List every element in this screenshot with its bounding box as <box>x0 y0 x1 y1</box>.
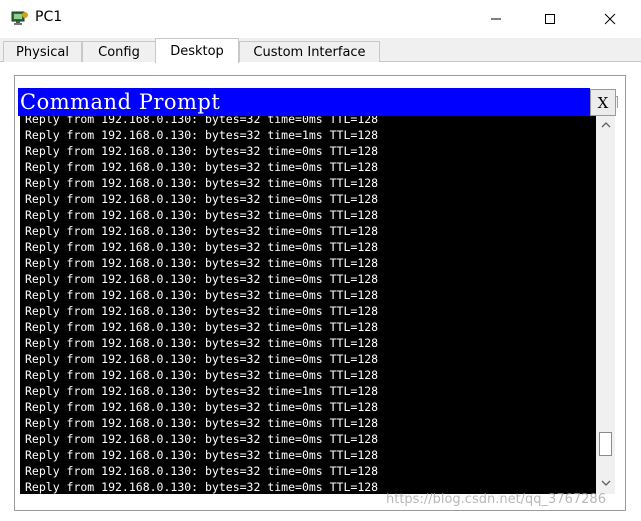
terminal-line: Reply from 192.168.0.130: bytes=32 time=… <box>25 144 379 158</box>
terminal-line: Reply from 192.168.0.130: bytes=32 time=… <box>25 480 379 494</box>
tab-config[interactable]: Config <box>82 41 156 62</box>
terminal-line: Reply from 192.168.0.130: bytes=32 time=… <box>25 336 379 350</box>
terminal-line: Reply from 192.168.0.130: bytes=32 time=… <box>25 160 379 174</box>
minimize-button[interactable] <box>467 0 525 38</box>
maximize-icon <box>545 14 555 24</box>
terminal-line: Reply from 192.168.0.130: bytes=32 time=… <box>25 208 379 222</box>
scroll-up-button[interactable] <box>596 116 615 133</box>
minimize-icon <box>491 18 501 20</box>
maximize-button[interactable] <box>521 0 579 38</box>
watermark: https://blog.csdn.net/qq_3767286 <box>386 492 606 507</box>
terminal-scrollbar[interactable] <box>596 116 615 494</box>
terminal-line: Reply from 192.168.0.130: bytes=32 time=… <box>25 448 379 462</box>
terminal-line: Reply from 192.168.0.130: bytes=32 time=… <box>25 432 379 446</box>
close-icon <box>604 13 616 25</box>
tab-bar: Physical Config Desktop Custom Interface <box>0 38 641 63</box>
terminal-line: Reply from 192.168.0.130: bytes=32 time=… <box>25 176 379 190</box>
close-button[interactable] <box>581 0 639 38</box>
terminal-line: Reply from 192.168.0.130: bytes=32 time=… <box>25 272 379 286</box>
terminal-line: Reply from 192.168.0.130: bytes=32 time=… <box>25 400 379 414</box>
scroll-down-button[interactable] <box>596 474 615 491</box>
terminal-line: Reply from 192.168.0.130: bytes=32 time=… <box>25 384 379 398</box>
terminal-line: Reply from 192.168.0.130: bytes=32 time=… <box>25 368 379 382</box>
terminal-line: Reply from 192.168.0.130: bytes=32 time=… <box>25 304 379 318</box>
terminal-line: Reply from 192.168.0.130: bytes=32 time=… <box>25 240 379 254</box>
terminal-output[interactable]: Reply from 192.168.0.130: bytes=32 time=… <box>20 116 596 494</box>
terminal-line: Reply from 192.168.0.130: bytes=32 time=… <box>25 256 379 270</box>
tab-desktop[interactable]: Desktop <box>155 38 239 63</box>
chevron-down-icon <box>601 480 610 486</box>
terminal-line: Reply from 192.168.0.130: bytes=32 time=… <box>25 116 379 126</box>
window-title: PC1 <box>35 9 63 25</box>
pc-app-icon <box>11 10 29 26</box>
terminal-line: Reply from 192.168.0.130: bytes=32 time=… <box>25 320 379 334</box>
tab-custom-interface[interactable]: Custom Interface <box>239 41 380 62</box>
command-prompt-close-button[interactable]: X <box>590 89 616 116</box>
terminal-line: Reply from 192.168.0.130: bytes=32 time=… <box>25 464 379 478</box>
terminal-line: Reply from 192.168.0.130: bytes=32 time=… <box>25 128 379 142</box>
command-prompt-header[interactable]: Command Prompt <box>18 88 590 116</box>
scroll-thumb[interactable] <box>599 432 612 456</box>
terminal-line: Reply from 192.168.0.130: bytes=32 time=… <box>25 352 379 366</box>
terminal-line: Reply from 192.168.0.130: bytes=32 time=… <box>25 192 379 206</box>
chevron-up-icon <box>601 121 610 127</box>
terminal-line: Reply from 192.168.0.130: bytes=32 time=… <box>25 224 379 238</box>
terminal-line: Reply from 192.168.0.130: bytes=32 time=… <box>25 288 379 302</box>
window-titlebar[interactable]: PC1 <box>0 0 641 38</box>
command-prompt-title: Command Prompt <box>20 90 221 114</box>
terminal-line: Reply from 192.168.0.130: bytes=32 time=… <box>25 416 379 430</box>
terminal-lines: Reply from 192.168.0.130: bytes=32 time=… <box>25 116 378 494</box>
tab-physical[interactable]: Physical <box>3 41 82 62</box>
